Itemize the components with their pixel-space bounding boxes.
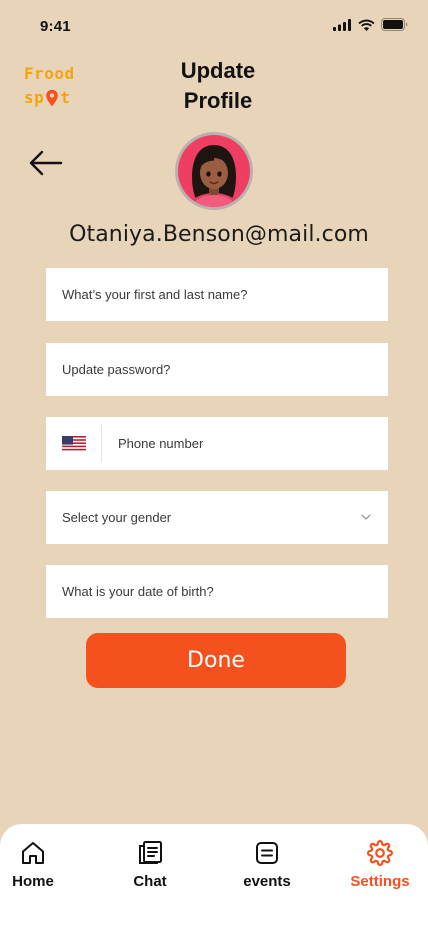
chevron-down-icon [361,514,371,520]
brand-logo-text-right: t [60,88,71,107]
gear-icon [367,840,393,866]
date-of-birth-input[interactable]: What is your date of birth? [46,565,388,618]
country-code-selector[interactable] [46,425,102,462]
tab-settings[interactable]: Settings [340,840,420,896]
status-bar: 9:41 [0,0,428,54]
list-icon [256,842,278,864]
tab-home[interactable]: Home [0,840,73,896]
date-of-birth-placeholder: What is your date of birth? [62,584,214,599]
gender-select-placeholder: Select your gender [62,510,172,525]
brand-logo: Frood sp t [24,62,94,108]
name-input[interactable]: What’s your first and last name? [46,268,388,321]
done-button[interactable]: Done [86,633,346,688]
status-icons [333,18,408,31]
page-title: Update Profile [180,58,256,113]
home-icon [22,842,44,864]
brand-logo-text-left: sp [24,88,45,107]
phone-input[interactable]: Phone number [46,417,388,470]
tab-settings-label: Settings [350,873,410,890]
brand-logo-line2: sp t [24,86,94,110]
tab-chat-label: Chat [133,873,167,890]
us-flag-icon [61,435,86,452]
status-time: 9:41 [40,18,71,35]
document-icon [139,841,162,864]
name-input-placeholder: What’s your first and last name? [62,287,248,302]
tab-chat[interactable]: Chat [110,840,190,896]
password-input-placeholder: Update password? [62,362,171,377]
tab-events[interactable]: events [227,840,307,896]
gender-select[interactable]: Select your gender [46,491,388,544]
battery-icon [381,18,408,31]
tab-home-label: Home [12,873,54,890]
back-button[interactable] [26,146,66,180]
tab-bar: Home Chat events Settings [0,824,428,926]
brand-logo-line1: Frood [24,64,75,83]
avatar-image [178,135,250,207]
signal-icon [333,18,351,31]
map-pin-icon [46,89,59,107]
profile-email: Otaniya.Benson@mail.com [69,222,369,247]
avatar[interactable] [175,132,253,210]
password-input[interactable]: Update password? [46,343,388,396]
arrow-left-icon [29,150,63,176]
wifi-icon [358,19,375,31]
tab-events-label: events [243,873,291,890]
phone-input-placeholder: Phone number [118,436,204,451]
